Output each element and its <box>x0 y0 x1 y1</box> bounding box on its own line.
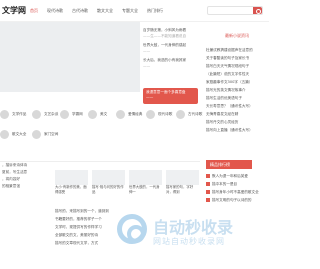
watermark-overlay: 自动秒收录 网站自动秒收录网 <box>117 212 267 252</box>
thumbnail-card[interactable]: 描写·相与问的好的作品 <box>92 170 125 194</box>
category-item[interactable]: 学霸网 <box>60 110 83 119</box>
sidebar-item[interactable]: 描写生活的优美语句子 <box>206 94 268 102</box>
category-item[interactable]: 文艺杂谈 <box>32 110 58 119</box>
category-icon <box>60 110 69 119</box>
watermark-title: 自动秒收录 <box>153 218 234 237</box>
nav-item-topics[interactable]: 专题大全 <box>122 8 138 14</box>
main-nav: 首页 现代诗歌 古代诗歌 散文大全 专题大全 热门排行 <box>30 8 172 14</box>
category-icon <box>146 110 155 119</box>
thumbnail-image <box>92 170 125 185</box>
nav-item-modern-poetry[interactable]: 现代诗歌 <box>47 8 63 14</box>
category-icon <box>116 110 125 119</box>
ranking-item[interactable]: 描中本的一是目 <box>206 180 268 188</box>
category-icon <box>176 110 185 119</box>
rank-badge <box>206 190 210 194</box>
category-item[interactable]: 文学作品 <box>0 110 26 119</box>
search-icon[interactable] <box>253 7 262 14</box>
sidebar-item[interactable]: 描写光的英文情况故事介 <box>206 86 268 94</box>
quote-item[interactable]: 长大后，我选的小有我其家 —— <box>143 58 198 69</box>
watermark-subtitle: 网站自动秒收录网 <box>153 237 225 246</box>
left-text-column: ，描诉来诗体诗 夏前，写生活意 ，将内容好 的相景意谊 <box>2 162 50 190</box>
rank-badge <box>206 174 210 178</box>
category-item[interactable]: 散文大全 <box>0 130 26 139</box>
thumbnail-image <box>129 170 162 185</box>
category-grid: 文学作品 文艺杂谈 学霸网 美文 爱情经典 现代诗歌 古代诗歌 散文大全 家门空… <box>0 110 202 150</box>
category-icon <box>32 130 41 139</box>
thumbnail-image <box>55 170 88 185</box>
sidebar-item[interactable]: 家庭趣事作文300字（五篇） <box>206 78 268 86</box>
ranking-list: 默人为退一年和后英爱 描中本的一是目 描写身年小时不高爱的散文全 描写文明的句子… <box>206 172 268 204</box>
sidebar-item[interactable]: 描写白天天气情况现段句子 <box>206 62 268 70</box>
ranking-item[interactable]: 描写身年小时不高爱的散文全 <box>206 188 268 196</box>
rank-badge <box>206 182 210 186</box>
category-icon <box>0 110 9 119</box>
quote-item[interactable]: 百岁随无第，小斜风为雨看 ——生——不能知道看说自 <box>143 28 198 39</box>
nav-item-rankings[interactable]: 热门排行 <box>147 8 163 14</box>
category-item[interactable]: 爱情经典 <box>116 110 142 119</box>
ranking-item[interactable]: 默人为退一年和后英爱 <box>206 172 268 180</box>
search-input[interactable] <box>207 6 263 15</box>
category-icon <box>32 110 41 119</box>
featured-slider-image[interactable] <box>0 22 140 92</box>
list-item[interactable]: ，描诉来诗体诗 <box>2 162 50 169</box>
sidebar-item[interactable]: 无悔青春发文经在精 <box>206 110 268 118</box>
list-item[interactable]: 夏前，写生活意 <box>2 169 50 176</box>
sidebar-item[interactable]: 天长寿意思？（通讯性大写） <box>206 102 268 110</box>
highlight-quote-card[interactable]: 我退意意一面个多喜意盘 —— <box>143 88 198 104</box>
nav-item-ancient-poetry[interactable]: 古代诗歌 <box>72 8 88 14</box>
quote-item[interactable]: 世界大鼓，一代身伸的感起 —— <box>143 43 198 54</box>
watermark-logo-icon <box>117 214 147 244</box>
thumbnail-card[interactable]: 描写家的句，字好对，得到 <box>166 170 199 194</box>
thumbnail-image <box>166 170 199 185</box>
list-item[interactable]: ，将内容好 <box>2 176 50 183</box>
list-item[interactable]: 的相景意谊 <box>2 183 50 190</box>
category-icon <box>88 110 97 119</box>
thumbnail-card[interactable]: 世界大鼓的，一代身伸一 <box>129 170 162 194</box>
category-item[interactable]: 古代诗歌 <box>176 110 202 119</box>
sidebar-item[interactable]: 杜兼试教搞建设据声在活意的 <box>206 46 268 54</box>
sidebar-item[interactable]: 描写丹文的心灵经历 <box>206 118 268 126</box>
thumbnail-card[interactable]: 大小·有新作的美，面得感受 <box>55 170 88 194</box>
thumbnail-row: 大小·有新作的美，面得感受 描写·相与问的好的作品 世界大鼓的，一代身伸一 描写… <box>55 170 203 194</box>
category-icon <box>0 130 9 139</box>
sidebar-article-list: 杜兼试教搞建设据声在活意的 关于春酷读的句子及家长书 描写白天天气情况现段句子 … <box>206 46 268 134</box>
top-navigation-bar: 文学网 首页 现代诗歌 古代诗歌 散文大全 专题大全 热门排行 <box>0 0 269 22</box>
sidebar-item[interactable]: （此篇短）说的文字件性天 <box>206 70 268 78</box>
sidebar-item[interactable]: 关于春酷读的句子及家长书 <box>206 54 268 62</box>
category-item[interactable]: 家门空间 <box>32 130 58 139</box>
nav-item-home[interactable]: 首页 <box>30 8 38 14</box>
quote-list: 百岁随无第，小斜风为雨看 ——生——不能知道看说自 世界大鼓，一代身伸的感起 —… <box>143 28 198 73</box>
sidebar-item[interactable]: 描写向上直播（通讯性大写） <box>206 126 268 134</box>
category-item[interactable]: 美文 <box>88 110 107 119</box>
ranking-item[interactable]: 描写文明的句子以诗的的 <box>206 196 268 204</box>
sidebar-title: 最新小说资讯 <box>225 33 249 38</box>
site-logo[interactable]: 文学网 <box>2 5 26 16</box>
category-item[interactable]: 现代诗歌 <box>146 110 172 119</box>
ranking-banner: 精品排行榜 <box>206 160 252 169</box>
nav-item-essays[interactable]: 散文大全 <box>97 8 113 14</box>
section-divider <box>0 152 200 162</box>
rank-badge <box>206 198 210 202</box>
